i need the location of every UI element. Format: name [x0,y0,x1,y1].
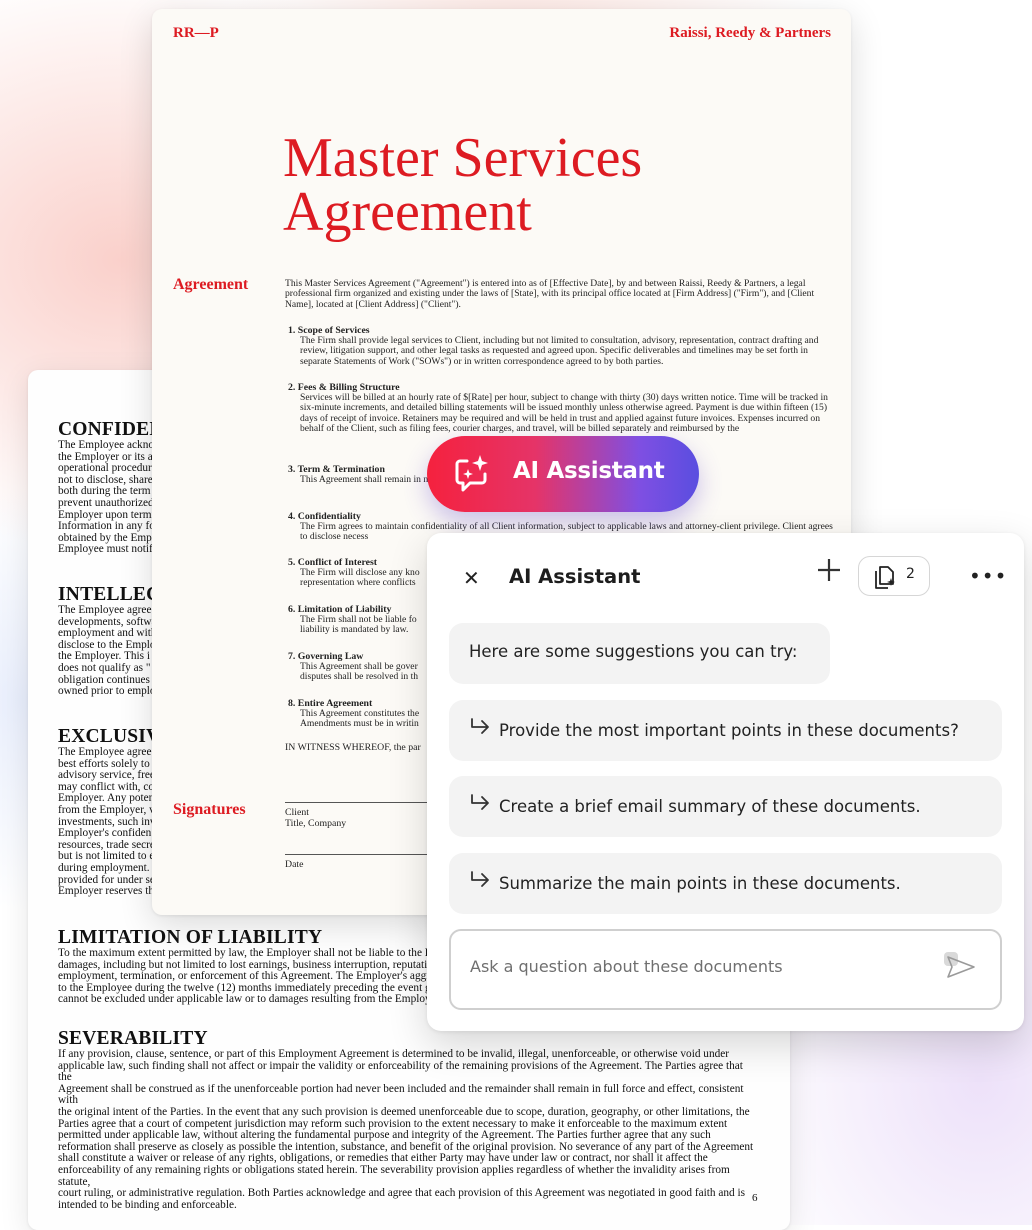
page-number: 6 [752,1192,758,1204]
clause-body: This Agreement constitutes the Amendment… [300,708,420,730]
documents-count: 2 [906,566,915,582]
section-heading: SEVERABILITY [58,1028,208,1049]
section-line: applicable law, such finding shall not a… [58,1059,743,1084]
reply-arrow-icon [469,794,499,817]
clause-scope: 1. Scope of Services The Firm shall prov… [288,325,833,367]
suggestion-chip[interactable]: Provide the most important points in the… [449,700,1002,761]
document-title-line1: Master Services [283,127,643,189]
suggestion-text: Summarize the main points in these docum… [499,874,901,893]
section-line: permitted under applicable law, without … [58,1129,711,1142]
new-chat-plus-icon[interactable] [817,558,841,588]
clause-body: This Agreement shall be gover disputes s… [300,661,419,683]
more-options-icon[interactable]: ••• [969,564,1007,588]
witness-line: IN WITNESS WHEREOF, the par [285,742,421,753]
firm-name: Raissi, Reedy & Partners [669,25,831,41]
signature-date-label: Date [285,859,304,870]
section-line: court ruling, or administrative regulati… [58,1187,746,1200]
documents-count-button[interactable]: 2 [858,556,930,596]
section-line: enforceability of any remaining rights o… [58,1163,730,1188]
signature-line-date [285,854,435,855]
clause-body: The Firm shall not be liable fo liabilit… [300,614,417,636]
ai-assistant-pill[interactable]: AI Assistant [427,436,699,512]
agreement-intro: This Master Services Agreement ("Agreeme… [285,278,815,310]
reply-arrow-icon [469,718,499,741]
suggestion-text: Provide the most important points in the… [499,721,959,740]
section-line: Agreement shall be construed as if the u… [58,1082,744,1107]
clause-body: The Firm will disclose any kno represent… [300,567,420,589]
signature-client-label: Client [285,807,309,818]
signature-line-client [285,802,435,803]
agreement-label: Agreement [173,276,249,293]
document-title-line2: Agreement [283,181,532,243]
ai-sparkle-chat-icon [453,454,493,500]
signature-title-label: Title, Company [285,818,347,829]
clause-fees: 2. Fees & Billing Structure Services wil… [288,382,833,435]
suggestion-text: Create a brief email summary of these do… [499,797,921,816]
firm-monogram: RR—P [173,25,219,41]
documents-icon [873,565,899,593]
send-icon[interactable] [941,949,977,989]
close-icon[interactable]: ✕ [463,566,480,590]
clause-body: The Firm shall provide legal services to… [300,335,819,367]
ai-assistant-pill-label: AI Assistant [513,458,665,484]
suggestions-intro: Here are some suggestions you can try: [449,623,830,684]
document-title: Master Services Agreement [283,130,803,240]
clause-body: Services will be billed at an hourly rat… [300,392,828,435]
section-line: intended to be binding and enforceable. [58,1198,237,1211]
panel-title: AI Assistant [509,565,641,588]
section-line: If any provision, clause, sentence, or p… [58,1048,730,1060]
section-line: the original intent of the Parties. In t… [58,1105,750,1118]
question-input[interactable]: Ask a question about these documents [449,929,1002,1010]
ai-assistant-panel: ✕ AI Assistant 2 ••• Here are some sugge… [427,533,1024,1031]
signatures-label: Signatures [173,801,246,818]
question-input-placeholder: Ask a question about these documents [470,957,783,976]
reply-arrow-icon [469,871,499,894]
suggestion-chip[interactable]: Summarize the main points in these docum… [449,853,1002,914]
section-severability: SEVERABILITY If any provision, clause, s… [58,1029,758,1211]
suggestion-chip[interactable]: Create a brief email summary of these do… [449,776,1002,837]
